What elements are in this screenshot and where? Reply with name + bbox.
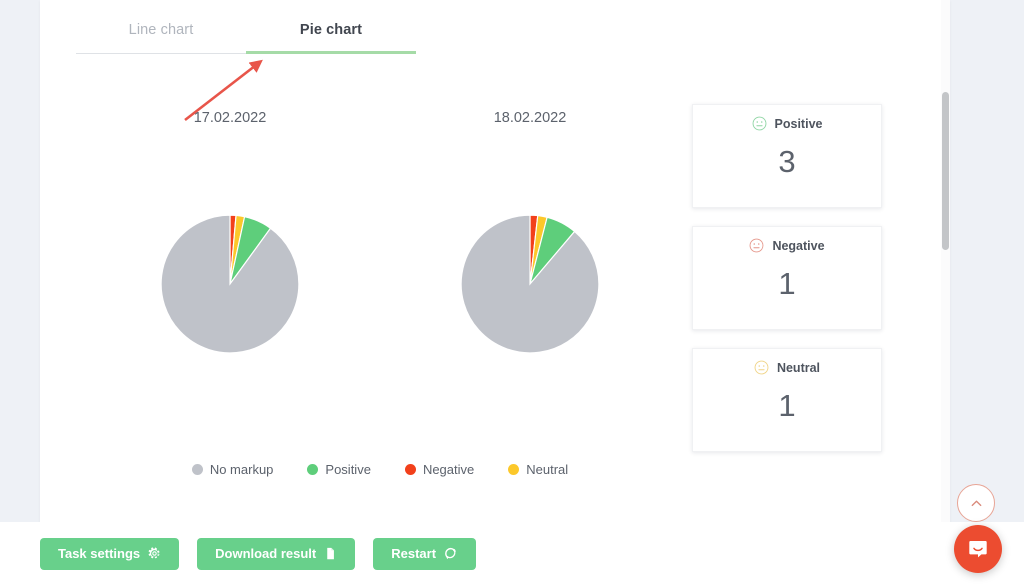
stat-card-positive-value: 3 [778,144,796,179]
legend-item-no-markup: No markup [191,462,274,477]
tab-pie-chart[interactable]: Pie chart [246,22,416,54]
chevron-up-icon [971,500,981,506]
pie-chart-group [80,200,680,368]
smiley-face-icon [754,360,769,375]
pie-date-labels: 17.02.2022 18.02.2022 [80,110,680,126]
pie-chart-wrapper-2 [380,200,680,368]
legend-dot-no-markup [191,464,203,475]
tab-line-chart[interactable]: Line chart [76,22,246,54]
scroll-to-top-button[interactable] [957,484,995,522]
chart-content-panel: Line chart Pie chart 17.02.2022 18.02.20… [40,0,950,522]
legend-item-positive: Positive [307,462,371,477]
task-settings-button[interactable]: Task settings [40,537,180,570]
legend-label-positive: Positive [325,462,371,477]
stat-card-positive: Positive 3 [692,104,882,208]
stat-card-negative-value: 1 [778,266,796,301]
legend-label-neutral: Neutral [526,462,569,477]
smiley-face-icon [752,116,766,131]
chat-bubble-icon [969,541,987,558]
task-settings-label: Task settings [58,546,141,561]
restart-button[interactable]: Restart [373,537,477,570]
stat-card-negative-title: Negative [772,238,825,253]
pie-slices-1 [160,214,300,354]
chat-widget-button[interactable] [954,525,1002,573]
pie-slices-2 [460,214,600,354]
pie-slice-no-markup[interactable] [460,214,600,354]
pie-chart-wrapper-1 [80,200,380,368]
stat-card-neutral-head: Neutral [754,360,820,375]
legend-label-no-markup: No markup [209,462,274,477]
pie-date-label-1: 17.02.2022 [193,110,267,126]
smiley-face-icon [750,238,764,253]
tab-line-chart-label: Line chart [128,22,194,38]
legend-item-neutral: Neutral [508,462,568,477]
stat-card-positive-head: Positive [752,116,823,131]
page-scrollbar-thumb[interactable] [942,92,949,250]
refresh-icon [445,547,456,559]
legend-dot-negative [404,464,416,475]
stat-card-positive-title: Positive [774,116,823,131]
page-scrollbar-track[interactable] [941,0,950,522]
tab-pie-chart-label: Pie chart [299,22,363,38]
pie-slice-no-markup[interactable] [160,214,300,354]
legend-item-negative: Negative [404,462,475,477]
stat-card-negative: Negative 1 [692,226,882,330]
legend-dot-positive [307,464,319,475]
download-result-button[interactable]: Download result [197,537,356,570]
gear-icon [148,547,160,559]
sentiment-stat-cards: Positive 3 Negative 1 Neutral 1 [692,104,882,470]
legend-dot-neutral [508,464,520,475]
stat-card-neutral-value: 1 [778,388,796,423]
document-icon [327,547,335,560]
legend-label-negative: Negative [422,462,475,477]
bottom-action-bar: Task settings Download result Restart [0,522,1024,585]
stat-card-neutral-title: Neutral [776,360,821,375]
pie-chart-1 [160,214,300,354]
stat-card-neutral: Neutral 1 [692,348,882,452]
pie-chart-2 [460,214,600,354]
download-result-label: Download result [215,546,317,561]
pie-chart-legend: No markup Positive Negative Neutral [80,462,680,477]
pie-date-label-2: 18.02.2022 [493,110,567,126]
chart-tab-bar: Line chart Pie chart [76,22,416,54]
stat-card-negative-head: Negative [749,238,825,253]
restart-label: Restart [391,546,437,561]
